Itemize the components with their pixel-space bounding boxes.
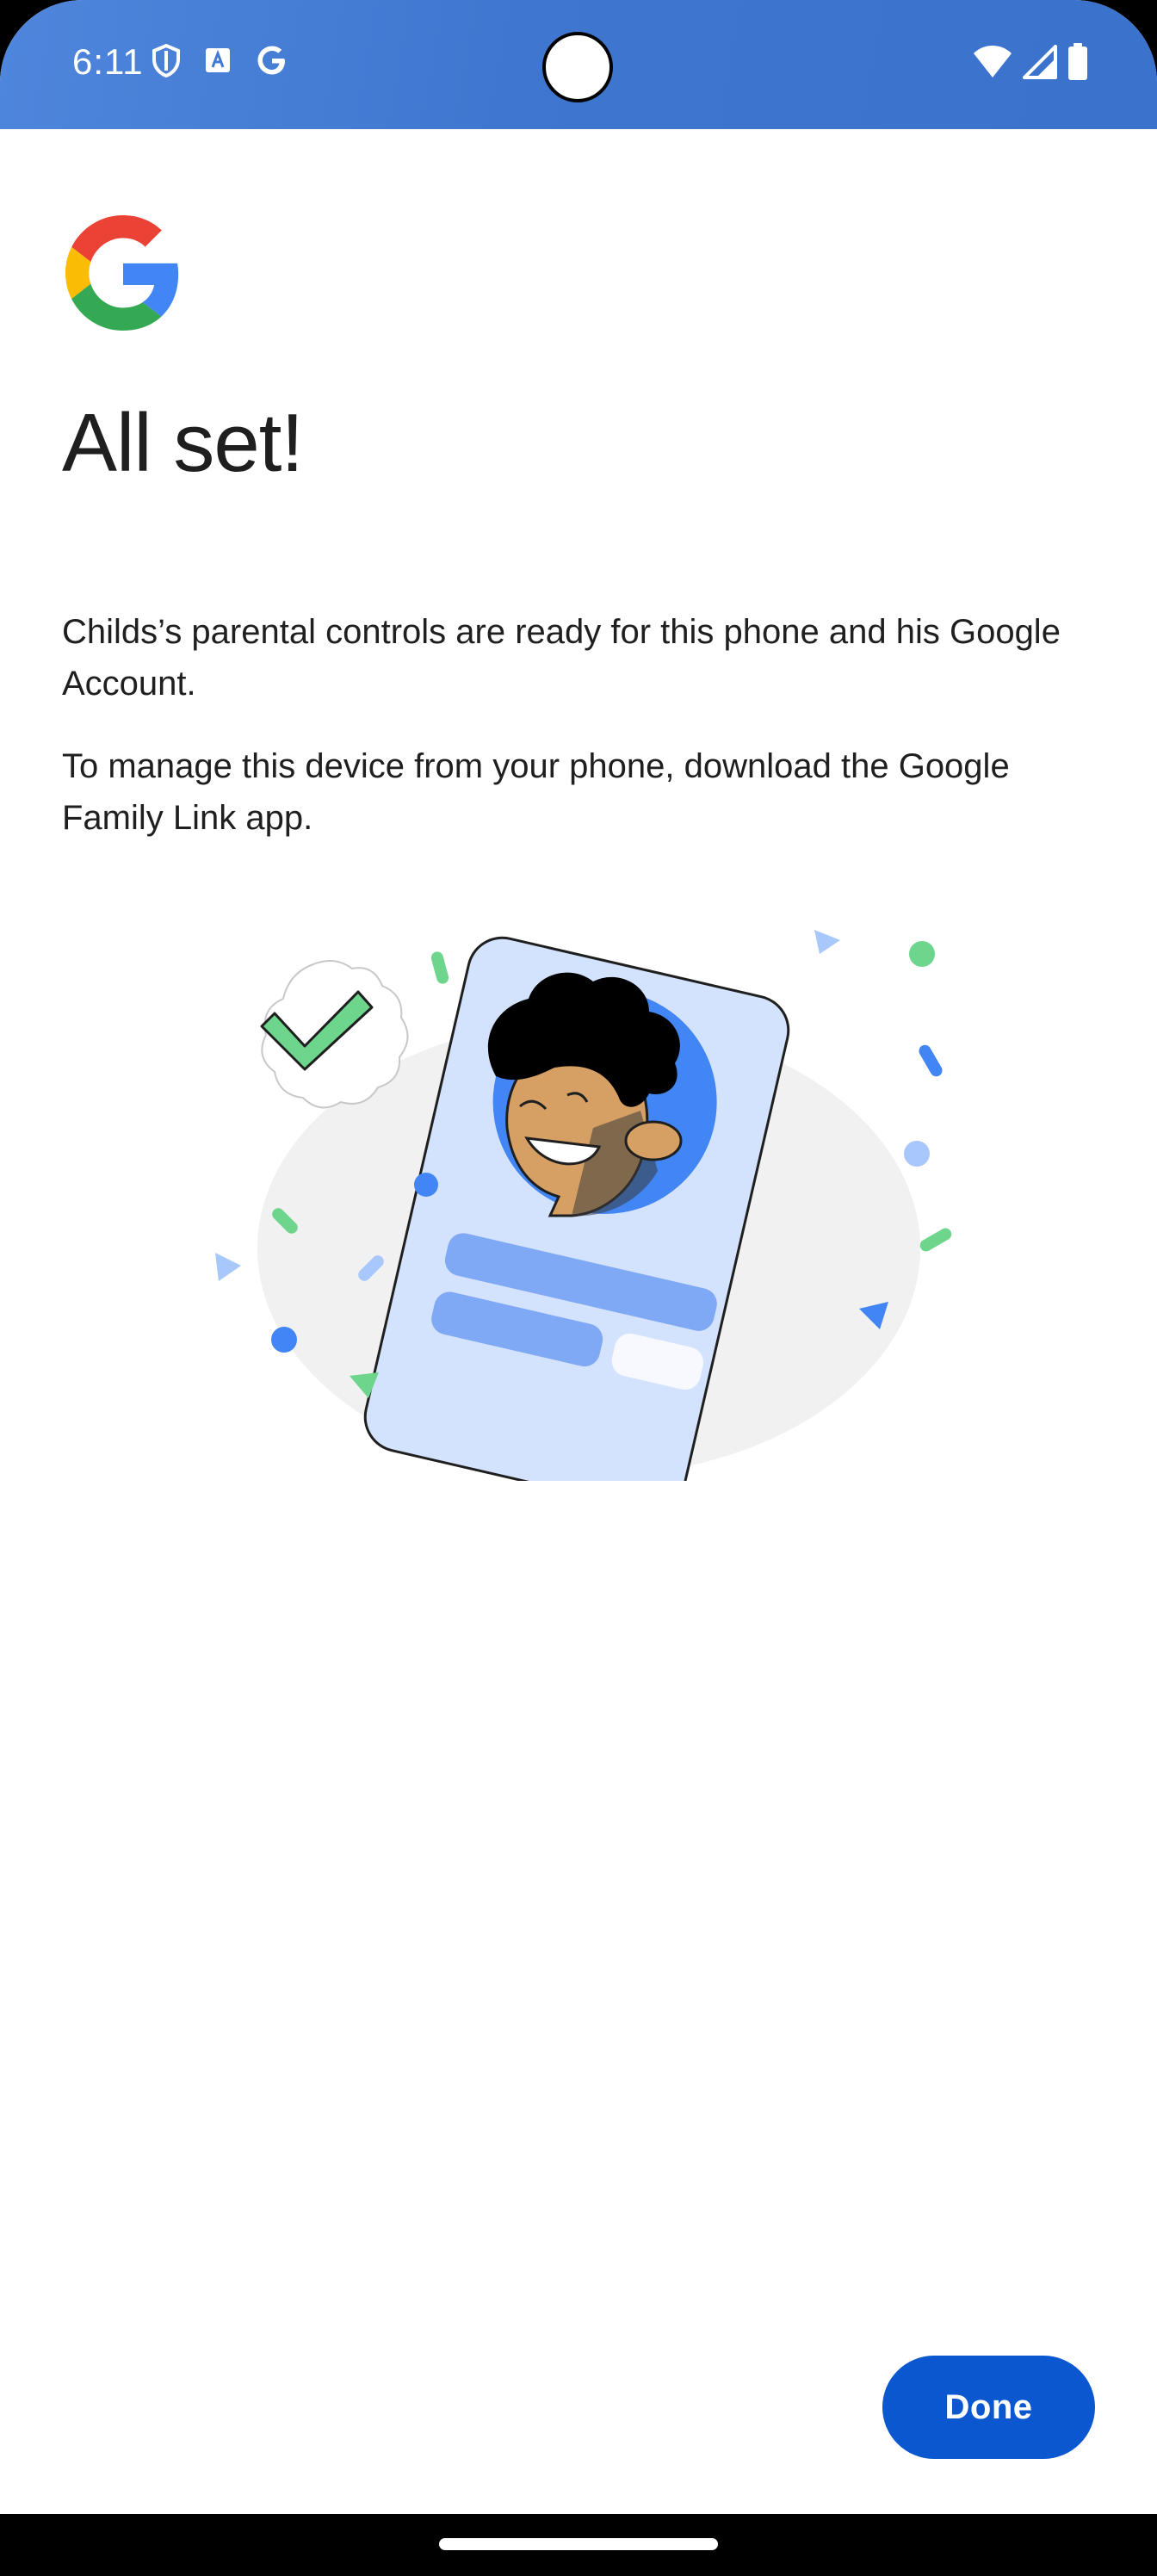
- confetti: [904, 1141, 930, 1167]
- confetti: [919, 1044, 943, 1077]
- confetti: [430, 951, 449, 984]
- instruction-paragraph: To manage this device from your phone, d…: [62, 747, 1010, 837]
- child-phone-checkmark-illustration: [215, 930, 952, 1481]
- confetti: [814, 930, 840, 954]
- shield-icon: [152, 43, 180, 77]
- description-paragraph: Childs’s parental controls are ready for…: [62, 613, 1061, 703]
- home-gesture-handle[interactable]: [439, 2538, 718, 2550]
- page-title: All set!: [62, 397, 304, 489]
- translate-icon: [206, 48, 230, 72]
- cell-signal-icon: [1023, 45, 1057, 79]
- status-bar: 6:11: [0, 0, 1157, 129]
- confetti: [215, 1253, 241, 1281]
- battery-icon: [1068, 43, 1087, 80]
- google-g-icon: [257, 46, 285, 75]
- screen: 6:11 All set! Childs’s parental controls…: [0, 0, 1157, 2576]
- status-system-icons: [973, 43, 1088, 81]
- confetti: [414, 1173, 438, 1197]
- wifi-icon: [974, 46, 1012, 77]
- status-notification-icons: [152, 43, 289, 77]
- confetti: [919, 1228, 952, 1252]
- google-logo: [65, 215, 179, 331]
- camera-cutout: [542, 32, 613, 102]
- confetti: [909, 941, 935, 967]
- confetti: [271, 1327, 297, 1353]
- status-time: 6:11: [72, 41, 144, 82]
- done-button[interactable]: Done: [882, 2356, 1095, 2459]
